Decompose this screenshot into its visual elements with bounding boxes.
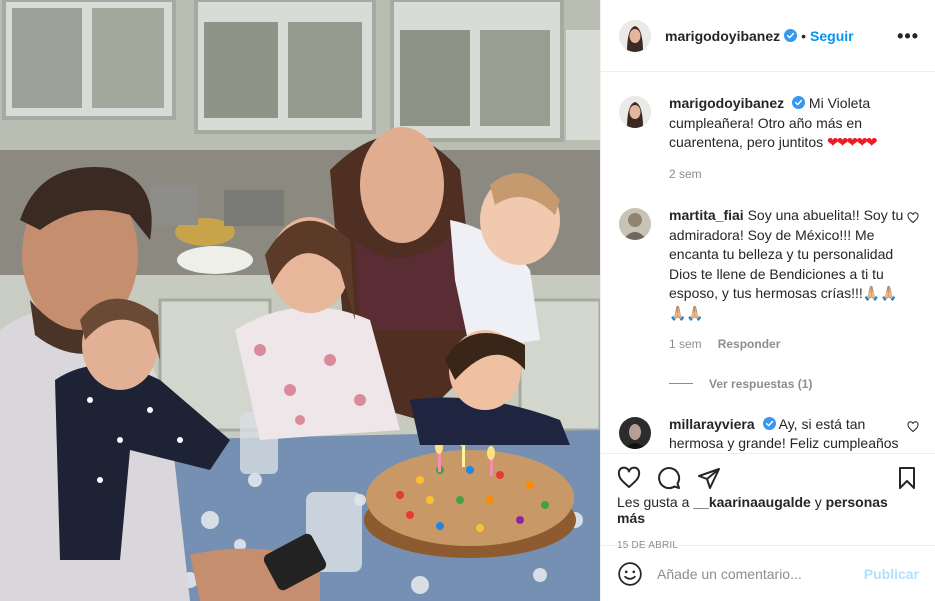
comment-username[interactable]: martita_fiai [669,207,744,223]
comment-meta: 1 sem Responder [669,335,915,355]
post-actions: Les gusta a __kaarinaaugalde y personas … [601,453,935,551]
likes-summary: Les gusta a __kaarinaaugalde y personas … [617,494,919,526]
publish-button[interactable]: Publicar [864,566,919,582]
comment-input[interactable] [657,565,864,582]
like-comment-heart-icon[interactable] [907,212,919,224]
author-username[interactable]: marigodoyibanez [665,28,780,44]
verified-badge-icon [784,29,798,42]
post-side-panel: marigodoyibanez • Seguir ••• marigodoyib… [600,0,935,601]
post-header: marigodoyibanez • Seguir ••• [601,0,935,72]
family-birthday-photo [0,0,600,601]
comment-username[interactable]: millarayviera [669,416,755,432]
caption-body: marigodoyibanez Mi Violeta cumpleañera! … [669,94,915,184]
caption-meta: 2 sem [669,165,915,185]
reply-button[interactable]: Responder [718,335,781,355]
save-bookmark-icon[interactable] [895,466,919,490]
separator-dot: • [801,27,807,44]
comment-bubble-icon[interactable] [657,466,681,490]
more-options-icon[interactable]: ••• [897,27,919,45]
view-replies-label: Ver respuestas (1) [709,376,813,391]
follow-button[interactable]: Seguir [810,28,854,44]
view-replies-button[interactable]: Ver respuestas (1) [669,377,919,391]
comment-item: millarayviera Ay, si está tan hermosa y … [619,415,919,454]
comment-body: martita_fiai Soy una abuelita!! Soy tu a… [669,206,915,355]
comment-avatar[interactable] [619,208,651,240]
comment-body: millarayviera Ay, si está tan hermosa y … [669,415,915,454]
comment-item: martita_fiai Soy una abuelita!! Soy tu a… [619,206,919,355]
caption: marigodoyibanez Mi Violeta cumpleañera! … [619,94,919,184]
share-paper-plane-icon[interactable] [697,466,721,490]
verified-badge-icon [762,416,776,430]
avatar-image [619,208,651,240]
avatar-image [619,96,651,128]
post-date[interactable]: 15 DE ABRIL [617,540,919,551]
comment-text: Soy una abuelita!! Soy tu admiradora! So… [669,207,904,321]
emoji-smiley-icon[interactable] [617,561,643,587]
author-avatar[interactable] [619,19,651,52]
caption-username[interactable]: marigodoyibanez [669,95,784,111]
verified-badge-icon [792,96,806,109]
comments-list[interactable]: marigodoyibanez Mi Violeta cumpleañera! … [601,72,935,453]
like-heart-icon[interactable] [617,466,641,490]
comment-avatar[interactable] [619,416,651,449]
avatar-image [619,19,651,52]
likes-user[interactable]: __kaarinaaugalde [693,494,811,510]
like-comment-heart-icon[interactable] [907,420,919,433]
likes-prefix: Les gusta a [617,494,690,510]
instagram-post: marigodoyibanez • Seguir ••• marigodoyib… [0,0,935,601]
add-comment-bar: Publicar [601,545,935,601]
comment-time[interactable]: 1 sem [669,335,702,355]
caption-hearts: ❤❤❤❤❤ [827,134,878,150]
caption-avatar[interactable] [619,96,651,128]
replies-line [669,383,693,384]
likes-connector: y [814,494,822,510]
caption-time[interactable]: 2 sem [669,165,702,185]
post-photo[interactable] [0,0,600,601]
avatar-image [619,416,651,449]
